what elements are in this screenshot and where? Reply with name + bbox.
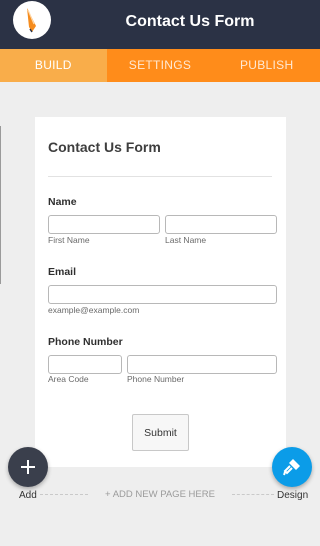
email-sublabel: example@example.com <box>48 305 140 315</box>
add-field-button[interactable] <box>8 447 48 487</box>
area-code-sublabel: Area Code <box>48 374 89 384</box>
title-divider <box>48 176 272 177</box>
phone-label[interactable]: Phone Number <box>48 336 123 348</box>
first-name-input[interactable] <box>48 215 160 234</box>
area-code-input[interactable] <box>48 355 122 374</box>
form-title[interactable]: Contact Us Form <box>48 139 161 155</box>
design-label: Design <box>277 490 309 501</box>
left-panel-edge <box>0 126 1 284</box>
phone-number-input[interactable] <box>127 355 277 374</box>
tab-settings[interactable]: SETTINGS <box>107 49 214 82</box>
form-card: Contact Us Form Name First Name Last Nam… <box>35 117 286 467</box>
tab-publish[interactable]: PUBLISH <box>213 49 320 82</box>
phone-number-sublabel: Phone Number <box>127 374 185 384</box>
design-button[interactable] <box>272 447 312 487</box>
first-name-sublabel: First Name <box>48 235 90 245</box>
plus-icon <box>21 460 35 474</box>
name-label[interactable]: Name <box>48 196 77 208</box>
top-bar: Contact Us Form <box>0 0 320 49</box>
page-title: Contact Us Form <box>125 13 255 30</box>
email-input[interactable] <box>48 285 277 304</box>
tab-build[interactable]: BUILD <box>0 49 107 82</box>
tab-bar: BUILD SETTINGS PUBLISH <box>0 49 320 82</box>
add-new-page-link[interactable]: + ADD NEW PAGE HERE <box>0 489 320 500</box>
last-name-input[interactable] <box>165 215 277 234</box>
submit-button[interactable]: Submit <box>132 414 189 451</box>
add-label: Add <box>19 490 37 501</box>
app-logo-icon[interactable] <box>13 1 51 39</box>
last-name-sublabel: Last Name <box>165 235 207 245</box>
email-label[interactable]: Email <box>48 266 76 278</box>
paint-roller-icon <box>283 459 300 476</box>
